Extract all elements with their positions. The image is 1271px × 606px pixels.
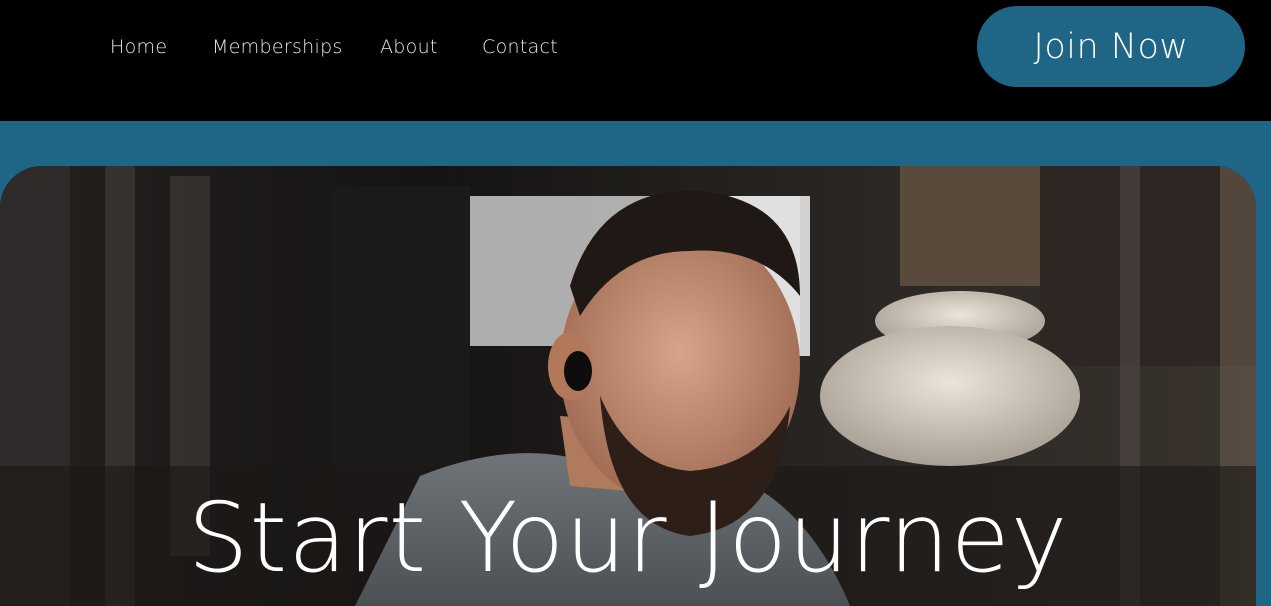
nav-link-about[interactable]: About xyxy=(380,36,438,58)
hero-section: Start Your Journey xyxy=(0,166,1256,606)
nav-link-home[interactable]: Home xyxy=(110,36,167,58)
hero-title: Start Your Journey xyxy=(187,482,1069,594)
join-now-button[interactable]: Join Now xyxy=(977,6,1245,87)
top-navigation-bar: Home Memberships About Contact Join Now xyxy=(0,0,1271,121)
nav-link-contact[interactable]: Contact xyxy=(482,36,558,58)
nav-link-memberships[interactable]: Memberships xyxy=(212,36,343,58)
